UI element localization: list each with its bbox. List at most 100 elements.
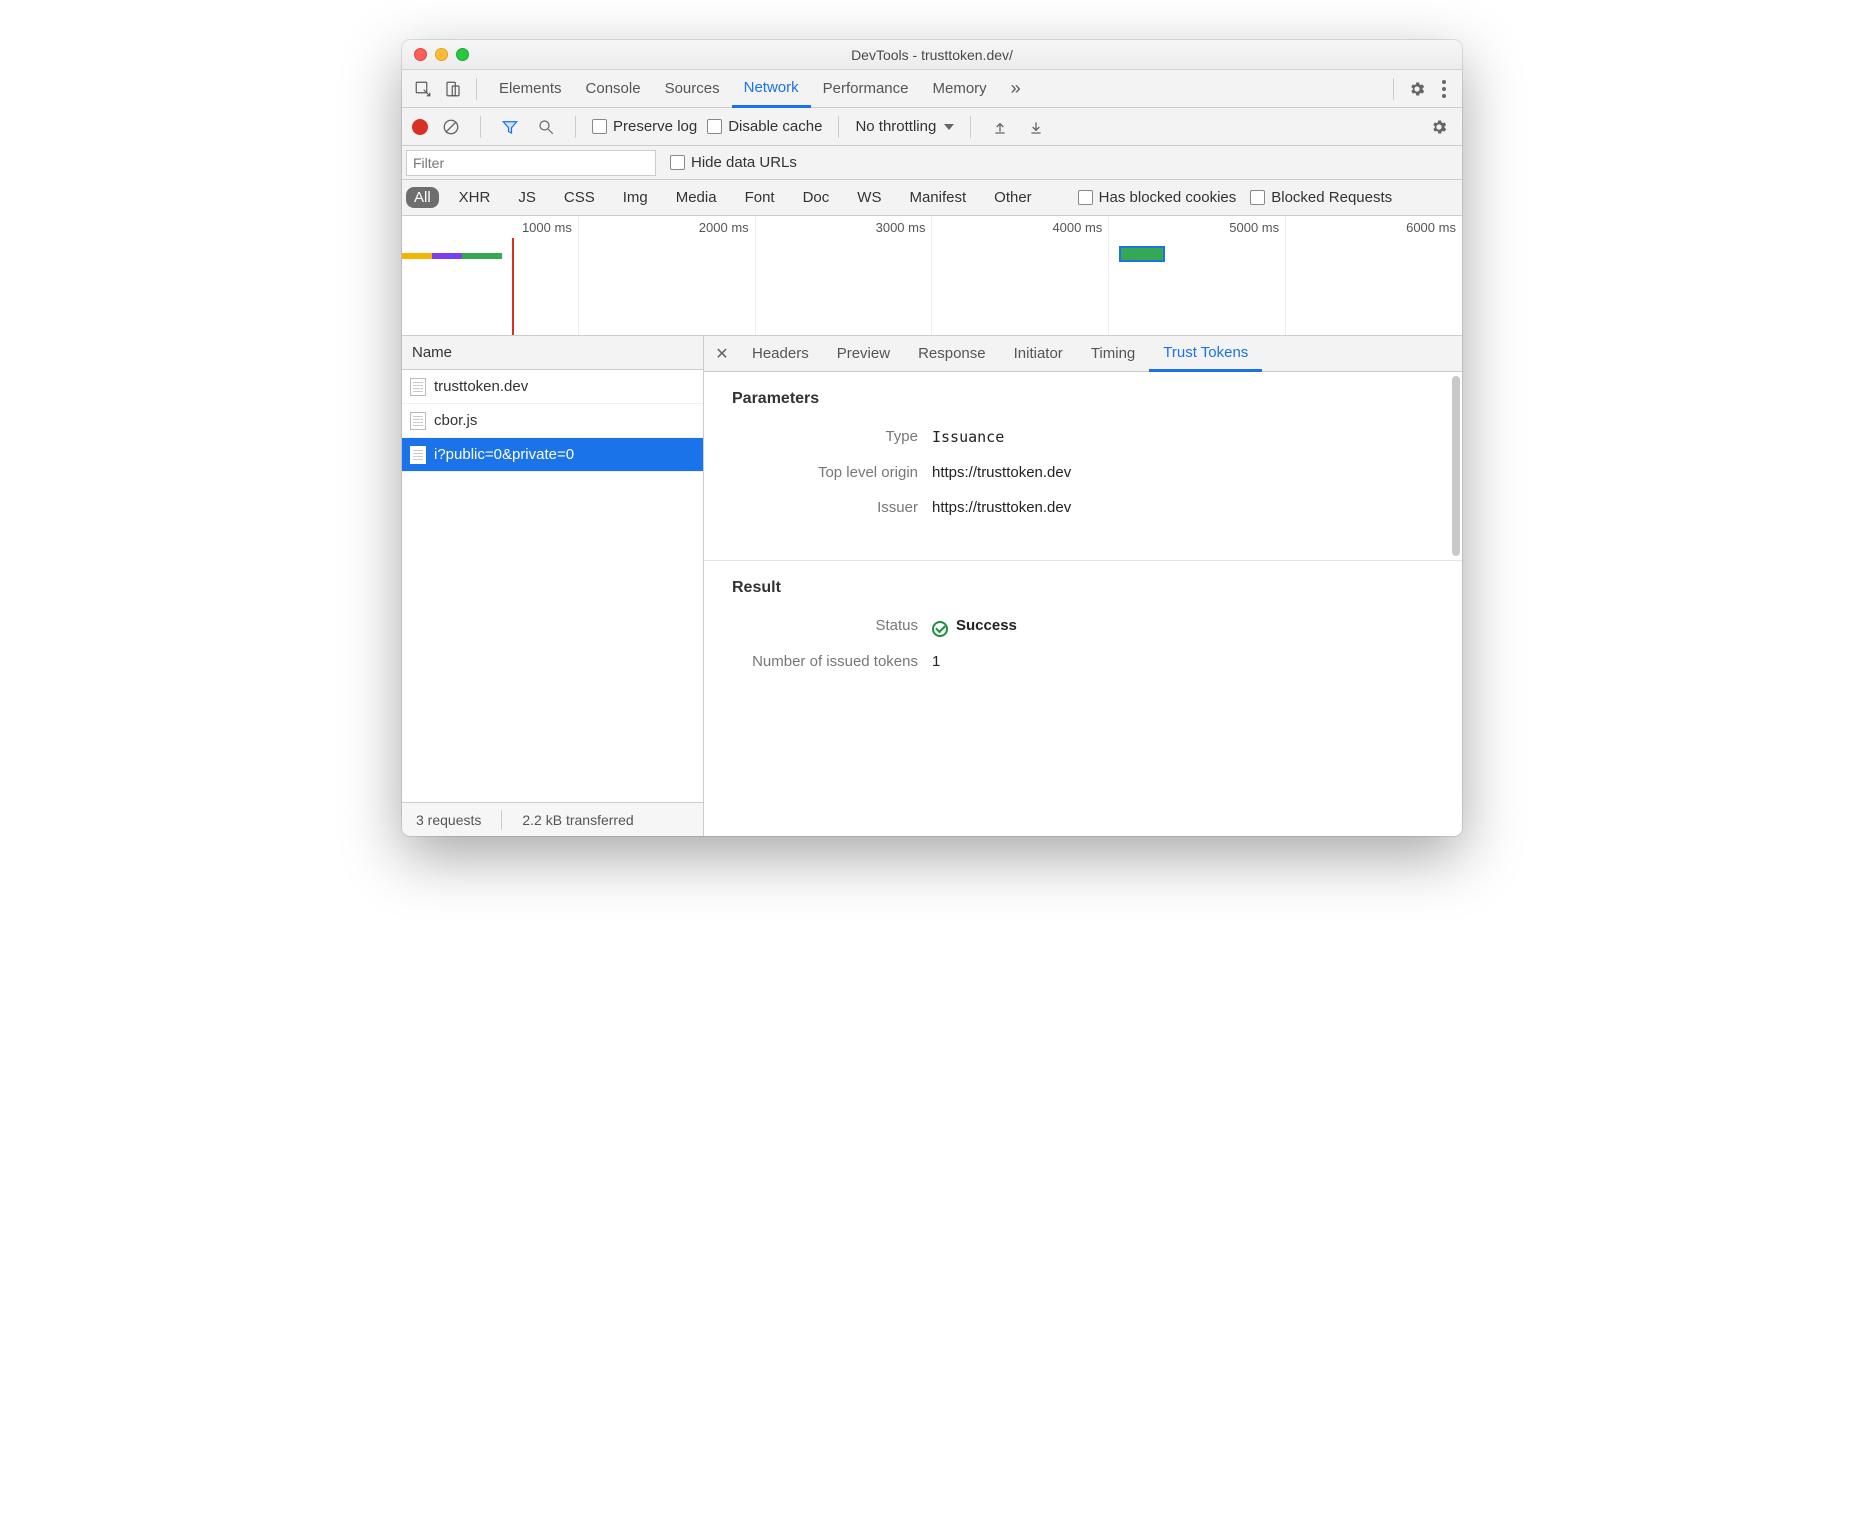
kv-value: Issuance (932, 428, 1004, 446)
kv-key: Issuer (732, 499, 932, 516)
filter-input[interactable] (406, 150, 656, 176)
separator (476, 78, 477, 100)
file-icon (410, 412, 426, 430)
name-column-header[interactable]: Name (402, 336, 703, 370)
detail-tab-preview[interactable]: Preview (823, 336, 904, 372)
throttling-value: No throttling (855, 118, 936, 135)
parameters-section: Parameters TypeIssuance Top level originh… (704, 372, 1462, 561)
timeline[interactable]: 1000 ms 2000 ms 3000 ms 4000 ms 5000 ms 6000 … (402, 216, 1462, 336)
kv-key: Number of issued tokens (732, 653, 932, 670)
record-button[interactable] (412, 119, 428, 135)
detail-tab-response[interactable]: Response (904, 336, 1000, 372)
throttling-select[interactable]: No throttling (855, 118, 954, 135)
blocked-requests-checkbox[interactable]: Blocked Requests (1250, 189, 1392, 206)
titlebar: DevTools - trusttoken.dev/ (402, 40, 1462, 70)
types-row: All XHR JS CSS Img Media Font Doc WS Manifest Othe… (402, 180, 1462, 216)
separator (480, 116, 481, 138)
scrollbar-thumb[interactable] (1452, 376, 1460, 556)
hide-data-urls-label: Hide data URLs (691, 154, 797, 171)
timeline-column: 3000 ms (756, 216, 933, 335)
panel-tab-memory[interactable]: Memory (921, 70, 999, 108)
timeline-tick-label: 3000 ms (876, 220, 926, 235)
timeline-column: 1000 ms (402, 216, 579, 335)
type-chip-doc[interactable]: Doc (795, 187, 838, 208)
timeline-column: 5000 ms (1109, 216, 1286, 335)
type-chip-ws[interactable]: WS (849, 187, 889, 208)
more-tabs-icon[interactable]: » (1003, 76, 1029, 102)
panel-tab-console[interactable]: Console (574, 70, 653, 108)
network-settings-icon[interactable] (1426, 114, 1452, 140)
status-bar: 3 requests 2.2 kB transferred (402, 802, 703, 836)
preserve-log-checkbox[interactable]: Preserve log (592, 118, 697, 135)
request-name: cbor.js (434, 412, 477, 429)
panel-tabs-row: ElementsConsoleSourcesNetworkPerformance… (402, 70, 1462, 108)
type-chip-css[interactable]: CSS (556, 187, 603, 208)
detail-tab-initiator[interactable]: Initiator (1000, 336, 1077, 372)
result-heading: Result (732, 579, 1434, 597)
success-icon (932, 621, 948, 637)
blocked-requests-label: Blocked Requests (1271, 189, 1392, 206)
disable-cache-label: Disable cache (728, 118, 822, 135)
type-chip-media[interactable]: Media (668, 187, 725, 208)
download-har-icon[interactable] (1023, 114, 1049, 140)
timeline-column: 4000 ms (932, 216, 1109, 335)
clear-icon[interactable] (438, 114, 464, 140)
timeline-tick-label: 1000 ms (522, 220, 572, 235)
panel-tab-network[interactable]: Network (732, 70, 811, 108)
result-section: Result StatusSuccess Number of issued tok… (704, 561, 1462, 714)
type-chip-js[interactable]: JS (510, 187, 544, 208)
timeline-tick-label: 5000 ms (1229, 220, 1279, 235)
type-chip-manifest[interactable]: Manifest (901, 187, 974, 208)
panel-tab-elements[interactable]: Elements (487, 70, 574, 108)
kv-key: Type (732, 428, 932, 446)
separator (970, 116, 971, 138)
request-row[interactable]: cbor.js (402, 404, 703, 438)
request-row[interactable]: i?public=0&private=0 (402, 438, 703, 472)
search-icon[interactable] (533, 114, 559, 140)
chevron-down-icon (944, 124, 954, 130)
type-chip-other[interactable]: Other (986, 187, 1040, 208)
inspect-element-icon[interactable] (410, 76, 436, 102)
devtools-window: DevTools - trusttoken.dev/ ElementsConso… (402, 40, 1462, 836)
detail-body: Parameters TypeIssuance Top level originh… (704, 372, 1462, 836)
device-toolbar-icon[interactable] (440, 76, 466, 102)
disable-cache-checkbox[interactable]: Disable cache (707, 118, 822, 135)
timeline-selection[interactable] (1119, 246, 1165, 262)
detail-tab-trust-tokens[interactable]: Trust Tokens (1149, 336, 1262, 372)
type-chip-img[interactable]: Img (615, 187, 656, 208)
transferred-size: 2.2 kB transferred (508, 812, 647, 828)
type-chip-font[interactable]: Font (737, 187, 783, 208)
timeline-column: 2000 ms (579, 216, 756, 335)
kv-row: StatusSuccess (732, 617, 1434, 635)
filter-row: Hide data URLs (402, 146, 1462, 180)
detail-tab-headers[interactable]: Headers (738, 336, 823, 372)
kv-row: TypeIssuance (732, 428, 1434, 446)
hide-data-urls-checkbox[interactable]: Hide data URLs (670, 154, 797, 171)
kv-value: Success (932, 617, 1017, 635)
kebab-menu-icon[interactable] (1434, 76, 1454, 102)
kv-value: 1 (932, 653, 940, 670)
filter-icon[interactable] (497, 114, 523, 140)
upload-har-icon[interactable] (987, 114, 1013, 140)
panel-tab-sources[interactable]: Sources (653, 70, 732, 108)
has-blocked-cookies-checkbox[interactable]: Has blocked cookies (1078, 189, 1237, 206)
panel-tab-performance[interactable]: Performance (811, 70, 921, 108)
timeline-tick-label: 6000 ms (1406, 220, 1456, 235)
detail-panel: ✕ HeadersPreviewResponseInitiatorTimingT… (704, 336, 1462, 836)
separator (501, 810, 502, 830)
detail-tab-timing[interactable]: Timing (1077, 336, 1149, 372)
settings-icon[interactable] (1404, 76, 1430, 102)
kv-row: Issuerhttps://trusttoken.dev (732, 499, 1434, 516)
type-chip-all[interactable]: All (406, 187, 439, 208)
type-chip-xhr[interactable]: XHR (451, 187, 499, 208)
network-toolbar: Preserve log Disable cache No throttling (402, 108, 1462, 146)
kv-value: https://trusttoken.dev (932, 464, 1071, 481)
kv-key: Status (732, 617, 932, 635)
kv-row: Top level originhttps://trusttoken.dev (732, 464, 1434, 481)
request-row[interactable]: trusttoken.dev (402, 370, 703, 404)
close-detail-icon[interactable]: ✕ (710, 344, 734, 364)
request-name: i?public=0&private=0 (434, 446, 574, 463)
detail-tabs: ✕ HeadersPreviewResponseInitiatorTimingT… (704, 336, 1462, 372)
parameters-heading: Parameters (732, 390, 1434, 408)
kv-value: https://trusttoken.dev (932, 499, 1071, 516)
